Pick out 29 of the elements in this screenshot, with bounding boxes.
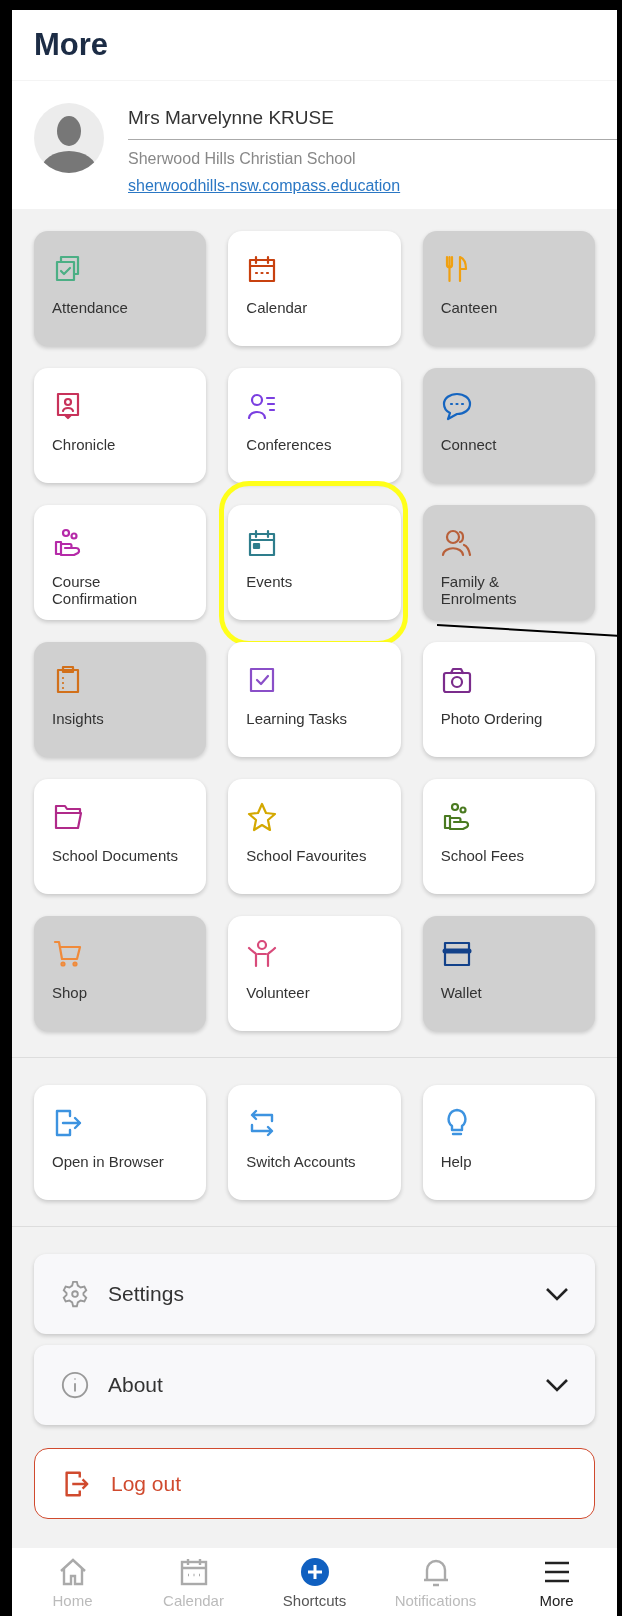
nav-tab[interactable]: Shortcuts: [259, 1556, 370, 1609]
accordion-row[interactable]: About: [34, 1345, 595, 1425]
avatar-icon: [34, 103, 104, 173]
module-tile[interactable]: School Favourites: [228, 779, 401, 894]
info-icon: [60, 1370, 90, 1400]
plus-icon: [298, 1556, 331, 1588]
chevron-down-icon: [545, 1287, 569, 1301]
module-tile[interactable]: Chronicle: [34, 368, 207, 483]
module-tile[interactable]: Calendar: [228, 231, 401, 346]
user-name: Mrs Marvelynne KRUSE: [128, 103, 617, 140]
module-tile[interactable]: Volunteer: [228, 916, 401, 1031]
module-tile[interactable]: School Fees: [422, 779, 595, 894]
module-tile[interactable]: Course Confirmation: [34, 505, 207, 620]
logout-button[interactable]: Log out: [34, 1448, 595, 1519]
nav-tab[interactable]: More: [501, 1556, 612, 1609]
school-link[interactable]: sherwoodhills-nsw.compass.education: [128, 177, 401, 195]
action-tile[interactable]: Help: [422, 1085, 595, 1200]
school-name: Sherwood Hills Christian School: [128, 150, 357, 168]
settings-icon: [60, 1279, 90, 1309]
action-tile[interactable]: Switch Accounts: [228, 1085, 401, 1200]
accordion-row[interactable]: Settings: [34, 1254, 595, 1334]
module-tile[interactable]: Events: [228, 505, 401, 620]
module-tile[interactable]: Photo Ordering: [422, 642, 595, 757]
module-tile[interactable]: Learning Tasks: [228, 642, 401, 757]
chevron-down-icon: [545, 1378, 569, 1392]
module-tile[interactable]: School Documents: [34, 779, 207, 894]
module-tile[interactable]: Conferences: [228, 368, 401, 483]
action-tile[interactable]: Open in Browser: [34, 1085, 207, 1200]
page-title: More: [34, 27, 109, 63]
